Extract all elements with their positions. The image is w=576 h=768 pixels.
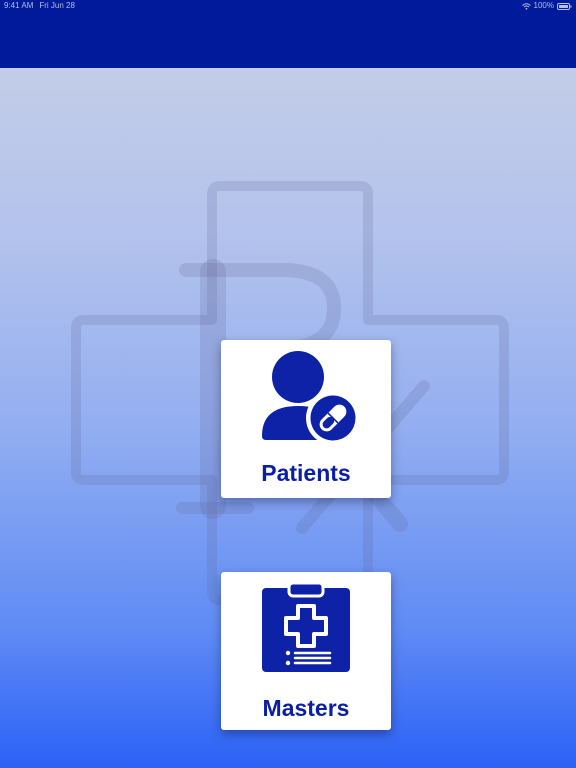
battery-icon (557, 2, 572, 10)
masters-label: Masters (262, 695, 350, 721)
clipboard-medical-icon (257, 581, 357, 678)
status-bar: 9:41 AM Fri Jun 28 100% (0, 0, 576, 12)
battery-percentage: 100% (533, 1, 554, 10)
patients-button[interactable]: Patients (221, 340, 391, 498)
home-screen: 9:41 AM Fri Jun 28 100% Patients Masters (0, 0, 576, 768)
status-date: Fri Jun 28 (39, 1, 75, 10)
rx-letter-r-bowl (179, 263, 341, 355)
status-time: 9:41 AM (4, 1, 34, 10)
patients-label: Patients (261, 460, 351, 486)
wifi-icon (521, 2, 531, 10)
status-right: 100% (521, 0, 572, 12)
patient-pill-icon (251, 350, 361, 450)
status-left: 9:41 AM Fri Jun 28 (4, 0, 75, 12)
masters-button[interactable]: Masters (221, 572, 391, 730)
